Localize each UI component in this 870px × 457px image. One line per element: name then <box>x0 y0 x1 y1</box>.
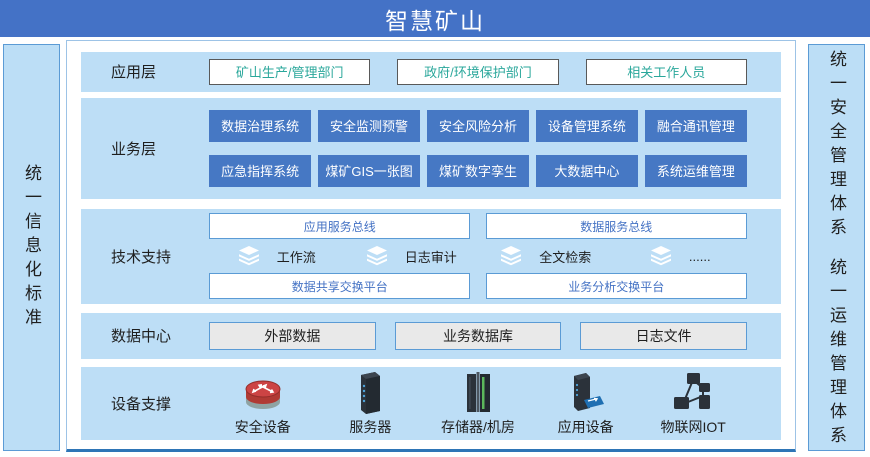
band-business-layer: 业务层 数据治理系统 安全监测预警 安全风险分析 设备管理系统 融合通讯管理 应… <box>81 98 781 199</box>
band-device-support-layer: 设备支撑 安全设备 <box>81 367 781 440</box>
band-application-layer: 应用层 矿山生产/管理部门 政府/环境保护部门 相关工作人员 <box>81 52 781 92</box>
device-label: 物联网IOT <box>661 417 726 437</box>
btn-big-data-center: 大数据中心 <box>536 155 638 187</box>
btn-gis-map: 煤矿GIS一张图 <box>318 155 420 187</box>
layers-icon <box>649 246 673 266</box>
box-related-staff: 相关工作人员 <box>586 59 747 85</box>
right-rail-security-label: 统一安全管理体系 <box>828 50 845 242</box>
btn-data-governance: 数据治理系统 <box>209 110 311 142</box>
btn-digital-twin: 煤矿数字孪生 <box>427 155 529 187</box>
box-biz-analysis-platform: 业务分析交换平台 <box>486 273 747 299</box>
title-banner: 智慧矿山 <box>0 0 870 37</box>
device-storage-room: 存储器/机房 <box>424 370 532 437</box>
btn-risk-analysis: 安全风险分析 <box>427 110 529 142</box>
box-data-service-bus: 数据服务总线 <box>486 213 747 239</box>
iot-topology-icon <box>670 370 716 414</box>
server-tower-icon <box>352 370 388 414</box>
app-server-icon <box>566 370 606 414</box>
box-external-data: 外部数据 <box>209 322 376 350</box>
right-rail-ops-label: 统一运维管理体系 <box>828 258 845 450</box>
right-rail-management-systems: 统一安全管理体系 统一运维管理体系 <box>808 44 865 451</box>
box-data-share-platform: 数据共享交换平台 <box>209 273 470 299</box>
btn-safety-monitoring: 安全监测预警 <box>318 110 420 142</box>
smart-mine-diagram: 智慧矿山 统一信息化标准 统一安全管理体系 统一运维管理体系 应用层 矿山生产/… <box>0 0 870 457</box>
device-label: 服务器 <box>349 417 391 437</box>
box-business-database: 业务数据库 <box>395 322 562 350</box>
device-server: 服务器 <box>317 370 425 437</box>
mw-fulltext-search-label: 全文检索 <box>539 247 591 266</box>
data-layer-label: 数据中心 <box>81 325 209 346</box>
btn-equipment-mgmt: 设备管理系统 <box>536 110 638 142</box>
left-rail-unified-info-standard: 统一信息化标准 <box>3 44 60 451</box>
device-iot-network: 物联网IOT <box>639 370 747 437</box>
mw-log-audit-label: 日志审计 <box>405 247 457 266</box>
btn-comm-mgmt: 融合通讯管理 <box>645 110 747 142</box>
mw-more-label: ...... <box>689 249 711 264</box>
tech-layer-label: 技术支持 <box>81 246 209 267</box>
device-label: 安全设备 <box>235 417 291 437</box>
storage-racks-icon <box>460 370 496 414</box>
layers-icon <box>365 246 389 266</box>
left-rail-label: 统一信息化标准 <box>23 164 40 332</box>
mw-log-audit: 日志审计 <box>344 246 479 266</box>
box-mine-production-dept: 矿山生产/管理部门 <box>209 59 370 85</box>
device-label: 应用设备 <box>558 417 614 437</box>
mw-workflow-label: 工作流 <box>277 247 316 266</box>
btn-ops-mgmt: 系统运维管理 <box>645 155 747 187</box>
business-layer-label: 业务层 <box>81 138 209 159</box>
device-layer-label: 设备支撑 <box>81 393 209 414</box>
mw-more: ...... <box>613 246 748 266</box>
band-tech-support-layer: 技术支持 应用服务总线 数据服务总线 工作流 日志审计 <box>81 209 781 304</box>
main-architecture-panel: 应用层 矿山生产/管理部门 政府/环境保护部门 相关工作人员 业务层 数据治理系… <box>66 40 796 452</box>
layers-icon <box>499 246 523 266</box>
device-application-equipment: 应用设备 <box>532 370 640 437</box>
box-app-service-bus: 应用服务总线 <box>209 213 470 239</box>
mw-workflow: 工作流 <box>209 246 344 266</box>
btn-emergency-command: 应急指挥系统 <box>209 155 311 187</box>
security-router-icon <box>239 370 287 414</box>
page-title: 智慧矿山 <box>385 2 485 36</box>
layers-icon <box>237 246 261 266</box>
mw-fulltext-search: 全文检索 <box>478 246 613 266</box>
box-log-files: 日志文件 <box>580 322 747 350</box>
device-security-equipment: 安全设备 <box>209 370 317 437</box>
device-label: 存储器/机房 <box>441 417 515 437</box>
application-layer-label: 应用层 <box>81 61 209 82</box>
box-government-env-dept: 政府/环境保护部门 <box>397 59 558 85</box>
band-data-center-layer: 数据中心 外部数据 业务数据库 日志文件 <box>81 313 781 359</box>
